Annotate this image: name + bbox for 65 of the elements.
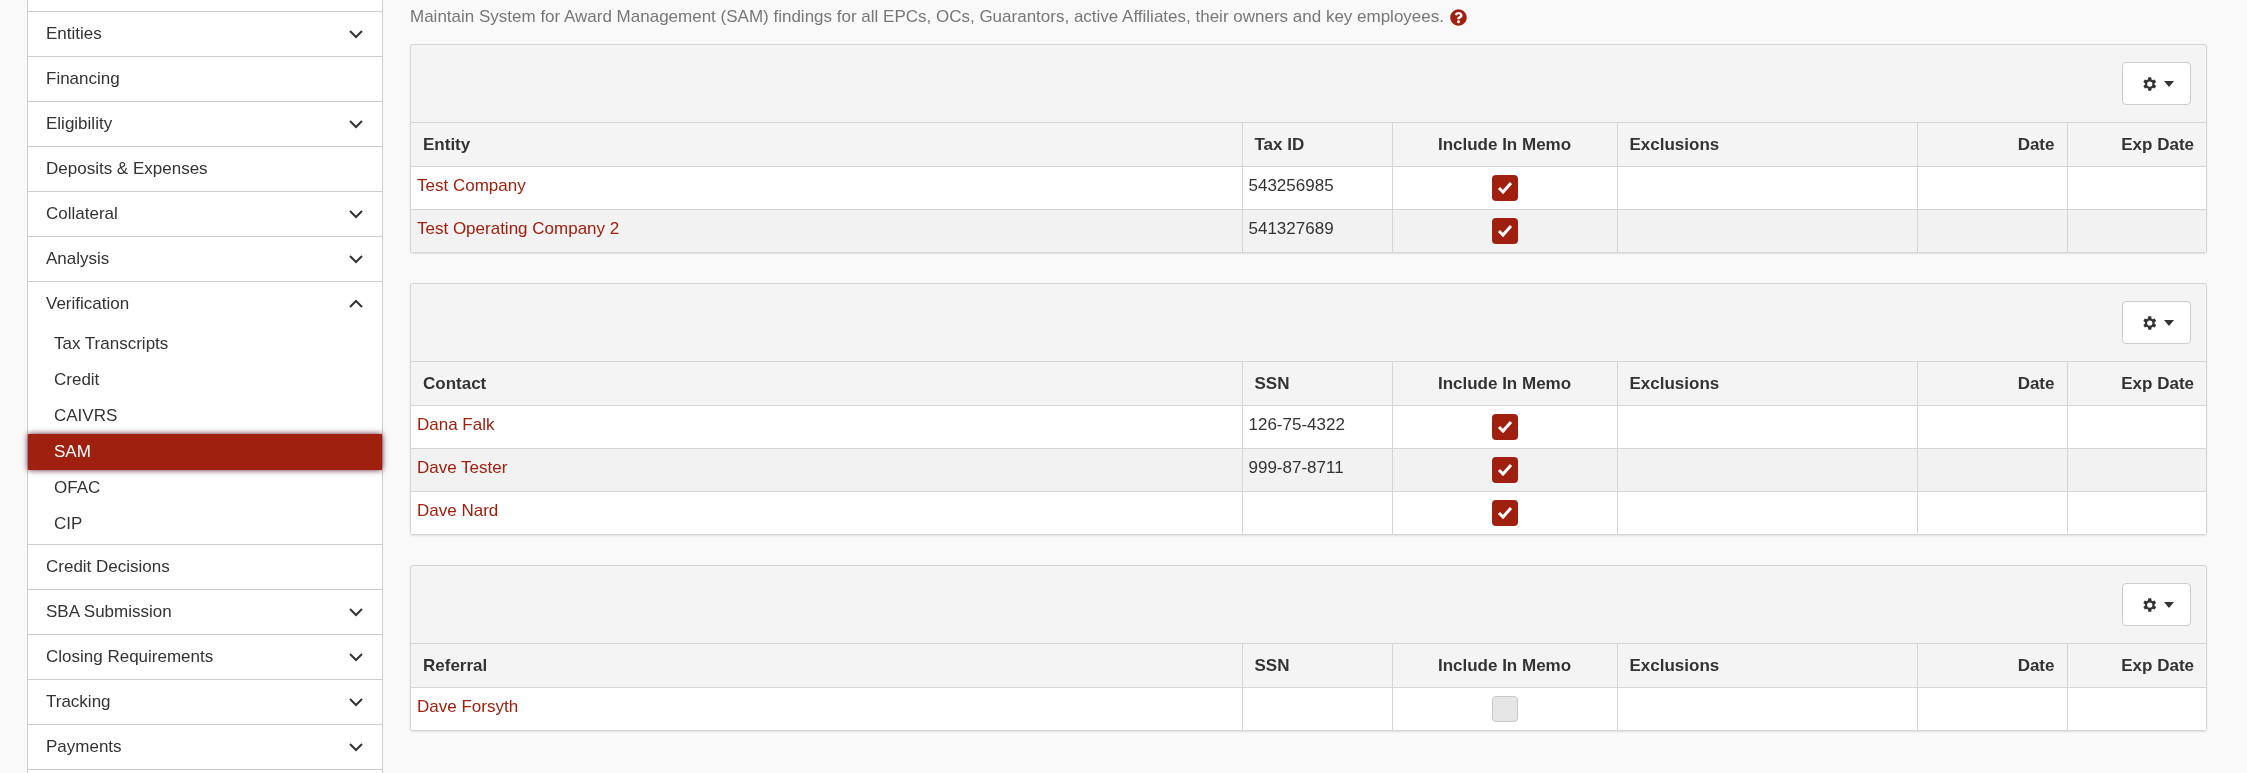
column-header: Exp Date [2067,123,2206,166]
name-link[interactable]: Test Company [417,175,526,195]
checkmark-icon [1496,419,1513,434]
table-cell: 541327689 [1242,209,1392,252]
table-cell: 126-75-4322 [1242,405,1392,448]
sidebar-item[interactable]: Eligibility [28,102,382,146]
intro-text: Maintain System for Award Management (SAM) findings for all EPCs, OCs, Guarantors, active Affiliates, their owners and key employees. [410,6,1444,29]
sidebar-subitem[interactable]: Tax Transcripts [28,326,382,362]
include-checkbox[interactable] [1491,218,1518,244]
sidebar-item[interactable]: SBA Submission [28,590,382,634]
checkmark-icon [1496,180,1513,195]
sidebar-subitem[interactable]: CAIVRS [28,398,382,434]
sidebar-item[interactable]: Closing Requirements [28,635,382,679]
column-header: Tax ID [1242,123,1392,166]
column-header: Exclusions [1617,362,1917,405]
table-cell: 543256985 [1242,166,1392,209]
caret-icon [2163,80,2174,87]
settings-dropdown-button[interactable] [2122,301,2191,344]
sidebar-subitem[interactable]: OFAC [28,470,382,506]
sidebar-item[interactable]: Tracking [28,680,382,724]
include-checkbox[interactable] [1491,500,1518,526]
table-cell: 999-87-8711 [1242,448,1392,491]
sidebar-item[interactable]: Credit Decisions [28,545,382,589]
sidebar-item[interactable]: Payments [28,725,382,769]
column-header: Exclusions [1617,644,1917,687]
column-header: Date [1917,362,2067,405]
column-header: Date [1917,123,2067,166]
name-link[interactable]: Dana Falk [417,414,495,434]
name-link[interactable]: Dave Forsyth [417,696,519,716]
include-checkbox[interactable] [1491,174,1518,201]
settings-dropdown-button[interactable] [2122,62,2191,105]
column-header: Exp Date [2067,644,2206,687]
column-header: Exclusions [1617,123,1917,166]
column-header: Include In Memo [1392,362,1617,405]
sidebar-subitem[interactable]: SAM [28,434,382,470]
column-header: SSN [1242,644,1392,687]
column-header: Entity [411,123,1242,166]
column-header: Include In Memo [1392,644,1617,687]
name-link[interactable]: Dave Tester [417,457,508,477]
caret-icon [2163,319,2174,326]
checkmark-icon [1496,506,1513,520]
name-link[interactable]: Dave Nard [417,500,499,520]
column-header: Referral [411,644,1242,687]
column-header: Contact [411,362,1242,405]
column-header: Include In Memo [1392,123,1617,166]
column-header: Date [1917,644,2067,687]
help-icon[interactable] [1450,8,1467,26]
sidebar-item[interactable]: Deposits & Expenses [28,147,382,191]
sidebar-subitem[interactable]: Credit [28,362,382,398]
sidebar-subitem[interactable]: CIP [28,506,382,542]
caret-icon [2163,601,2174,608]
sidebar-item[interactable]: Analysis [28,237,382,281]
include-checkbox[interactable] [1491,696,1518,722]
column-header: Exp Date [2067,362,2206,405]
sidebar-item[interactable]: Collateral [28,192,382,236]
checkmark-icon [1496,462,1513,477]
column-header: SSN [1242,362,1392,405]
name-link[interactable]: Test Operating Company 2 [417,218,620,238]
sidebar-item[interactable]: Verification [28,282,382,326]
checkmark-icon [1496,224,1513,238]
sidebar-item[interactable]: Entities [28,12,382,56]
include-checkbox[interactable] [1491,413,1518,440]
include-checkbox[interactable] [1491,456,1518,483]
sidebar-item[interactable]: Financing [28,57,382,101]
settings-dropdown-button[interactable] [2122,583,2191,626]
